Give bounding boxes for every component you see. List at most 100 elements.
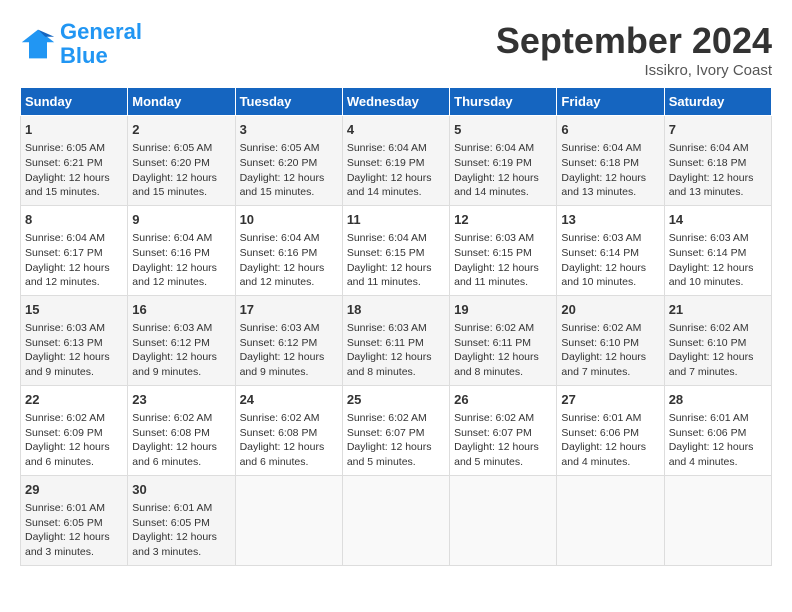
- weekday-header-sunday: Sunday: [21, 88, 128, 116]
- sunset-text: Sunset: 6:07 PM: [454, 427, 532, 439]
- sunrise-text: Sunrise: 6:03 AM: [669, 232, 749, 244]
- day-number: 29: [25, 481, 123, 499]
- calendar-cell: 18 Sunrise: 6:03 AM Sunset: 6:11 PM Dayligh…: [342, 295, 449, 385]
- month-title: September 2024: [496, 20, 772, 62]
- daylight-text: Daylight: 12 hours and 3 minutes.: [25, 531, 110, 558]
- sunrise-text: Sunrise: 6:01 AM: [669, 412, 749, 424]
- weekday-header-monday: Monday: [128, 88, 235, 116]
- daylight-text: Daylight: 12 hours and 6 minutes.: [240, 441, 325, 468]
- sunrise-text: Sunrise: 6:01 AM: [132, 502, 212, 514]
- sunset-text: Sunset: 6:15 PM: [347, 247, 425, 259]
- sunrise-text: Sunrise: 6:03 AM: [454, 232, 534, 244]
- sunset-text: Sunset: 6:05 PM: [132, 517, 210, 529]
- calendar-cell: 14Sunrise: 6:03 AMSunset: 6:14 PMDayligh…: [664, 205, 771, 295]
- calendar-cell: 9 Sunrise: 6:04 AM Sunset: 6:16 PM Daylight…: [128, 205, 235, 295]
- daylight-text: Daylight: 12 hours and 12 minutes.: [132, 262, 217, 289]
- day-number: 30: [132, 481, 230, 499]
- daylight-text: Daylight: 12 hours and 14 minutes.: [454, 172, 539, 199]
- sunrise-text: Sunrise: 6:03 AM: [347, 322, 427, 334]
- sunrise-text: Sunrise: 6:02 AM: [240, 412, 320, 424]
- day-number: 13: [561, 211, 659, 229]
- sunrise-text: Sunrise: 6:03 AM: [132, 322, 212, 334]
- daylight-text: Daylight: 12 hours and 5 minutes.: [347, 441, 432, 468]
- day-number: 18: [347, 301, 445, 319]
- sunset-text: Sunset: 6:19 PM: [454, 157, 532, 169]
- daylight-text: Daylight: 12 hours and 4 minutes.: [561, 441, 646, 468]
- calendar-cell: 5Sunrise: 6:04 AMSunset: 6:19 PMDaylight…: [450, 116, 557, 206]
- day-number: 1: [25, 121, 123, 139]
- calendar-cell: 3Sunrise: 6:05 AMSunset: 6:20 PMDaylight…: [235, 116, 342, 206]
- sunset-text: Sunset: 6:05 PM: [25, 517, 103, 529]
- calendar-cell: [450, 475, 557, 565]
- daylight-text: Daylight: 12 hours and 5 minutes.: [454, 441, 539, 468]
- day-number: 25: [347, 391, 445, 409]
- calendar-cell: 25 Sunrise: 6:02 AM Sunset: 6:07 PM Dayligh…: [342, 385, 449, 475]
- calendar-week-row: 29 Sunrise: 6:01 AM Sunset: 6:05 PM Dayligh…: [21, 475, 772, 565]
- weekday-header-wednesday: Wednesday: [342, 88, 449, 116]
- calendar-cell: [235, 475, 342, 565]
- weekday-header-row: SundayMondayTuesdayWednesdayThursdayFrid…: [21, 88, 772, 116]
- calendar-cell: 17Sunrise: 6:03 AMSunset: 6:12 PMDayligh…: [235, 295, 342, 385]
- day-number: 11: [347, 211, 445, 229]
- title-block: September 2024 Issikro, Ivory Coast: [496, 20, 772, 79]
- sunrise-text: Sunrise: 6:04 AM: [25, 232, 105, 244]
- sunset-text: Sunset: 6:13 PM: [25, 337, 103, 349]
- day-number: 24: [240, 391, 338, 409]
- daylight-text: Daylight: 12 hours and 9 minutes.: [132, 351, 217, 378]
- daylight-text: Daylight: 12 hours and 10 minutes.: [561, 262, 646, 289]
- calendar-cell: [342, 475, 449, 565]
- calendar-cell: 13Sunrise: 6:03 AMSunset: 6:14 PMDayligh…: [557, 205, 664, 295]
- sunset-text: Sunset: 6:09 PM: [25, 427, 103, 439]
- sunset-text: Sunset: 6:14 PM: [669, 247, 747, 259]
- weekday-header-thursday: Thursday: [450, 88, 557, 116]
- day-number: 12: [454, 211, 552, 229]
- calendar-cell: 15Sunrise: 6:03 AMSunset: 6:13 PMDayligh…: [21, 295, 128, 385]
- daylight-text: Daylight: 12 hours and 4 minutes.: [669, 441, 754, 468]
- logo: GeneralBlue: [20, 20, 142, 68]
- daylight-text: Daylight: 12 hours and 13 minutes.: [669, 172, 754, 199]
- sunset-text: Sunset: 6:18 PM: [561, 157, 639, 169]
- day-number: 19: [454, 301, 552, 319]
- sunrise-text: Sunrise: 6:03 AM: [240, 322, 320, 334]
- sunset-text: Sunset: 6:11 PM: [347, 337, 424, 349]
- sunset-text: Sunset: 6:20 PM: [132, 157, 210, 169]
- day-number: 7: [669, 121, 767, 139]
- daylight-text: Daylight: 12 hours and 13 minutes.: [561, 172, 646, 199]
- calendar-cell: 6Sunrise: 6:04 AMSunset: 6:18 PMDaylight…: [557, 116, 664, 206]
- calendar-cell: 24Sunrise: 6:02 AMSunset: 6:08 PMDayligh…: [235, 385, 342, 475]
- calendar-cell: 30Sunrise: 6:01 AMSunset: 6:05 PMDayligh…: [128, 475, 235, 565]
- sunrise-text: Sunrise: 6:02 AM: [561, 322, 641, 334]
- sunset-text: Sunset: 6:10 PM: [669, 337, 747, 349]
- day-number: 16: [132, 301, 230, 319]
- sunset-text: Sunset: 6:07 PM: [347, 427, 425, 439]
- daylight-text: Daylight: 12 hours and 8 minutes.: [347, 351, 432, 378]
- calendar-cell: 10Sunrise: 6:04 AMSunset: 6:16 PMDayligh…: [235, 205, 342, 295]
- sunrise-text: Sunrise: 6:04 AM: [132, 232, 212, 244]
- sunset-text: Sunset: 6:17 PM: [25, 247, 103, 259]
- day-number: 26: [454, 391, 552, 409]
- daylight-text: Daylight: 12 hours and 9 minutes.: [240, 351, 325, 378]
- calendar-cell: 21Sunrise: 6:02 AMSunset: 6:10 PMDayligh…: [664, 295, 771, 385]
- daylight-text: Daylight: 12 hours and 15 minutes.: [25, 172, 110, 199]
- calendar-cell: 27Sunrise: 6:01 AMSunset: 6:06 PMDayligh…: [557, 385, 664, 475]
- daylight-text: Daylight: 12 hours and 11 minutes.: [347, 262, 432, 289]
- daylight-text: Daylight: 12 hours and 8 minutes.: [454, 351, 539, 378]
- sunset-text: Sunset: 6:16 PM: [132, 247, 210, 259]
- sunrise-text: Sunrise: 6:05 AM: [132, 142, 212, 154]
- calendar-cell: 28Sunrise: 6:01 AMSunset: 6:06 PMDayligh…: [664, 385, 771, 475]
- day-number: 4: [347, 121, 445, 139]
- sunset-text: Sunset: 6:18 PM: [669, 157, 747, 169]
- daylight-text: Daylight: 12 hours and 14 minutes.: [347, 172, 432, 199]
- day-number: 9: [132, 211, 230, 229]
- day-number: 14: [669, 211, 767, 229]
- day-number: 20: [561, 301, 659, 319]
- sunset-text: Sunset: 6:19 PM: [347, 157, 425, 169]
- sunrise-text: Sunrise: 6:01 AM: [561, 412, 641, 424]
- calendar-cell: 4Sunrise: 6:04 AMSunset: 6:19 PMDaylight…: [342, 116, 449, 206]
- daylight-text: Daylight: 12 hours and 12 minutes.: [25, 262, 110, 289]
- sunrise-text: Sunrise: 6:04 AM: [347, 232, 427, 244]
- calendar-cell: 16Sunrise: 6:03 AMSunset: 6:12 PMDayligh…: [128, 295, 235, 385]
- day-number: 27: [561, 391, 659, 409]
- sunrise-text: Sunrise: 6:04 AM: [669, 142, 749, 154]
- sunrise-text: Sunrise: 6:02 AM: [347, 412, 427, 424]
